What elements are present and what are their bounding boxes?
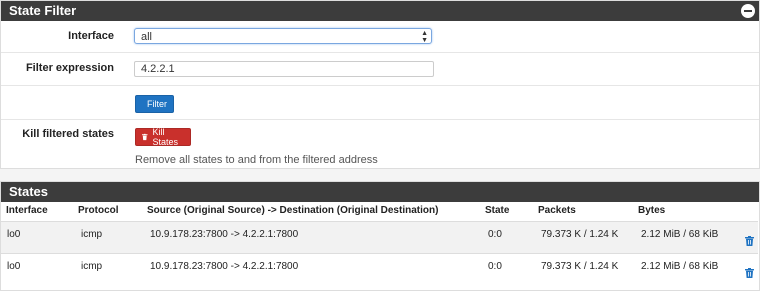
cell-protocol: icmp [81, 229, 103, 240]
states-heading: States [1, 182, 759, 202]
filter-expression-input[interactable]: 4.2.2.1 [134, 61, 434, 77]
cell-source-destination: 10.9.178.23:7800 -> 4.2.2.1:7800 [150, 261, 299, 272]
cell-bytes: 2.12 MiB / 68 KiB [641, 229, 719, 240]
delete-state-trash-icon[interactable] [745, 268, 754, 278]
state-filter-title: State Filter [9, 3, 77, 18]
filter-button[interactable]: Filter [135, 95, 174, 113]
cell-packets: 79.373 K / 1.24 K [541, 261, 619, 272]
cell-state: 0:0 [488, 261, 502, 272]
col-bytes: Bytes [638, 205, 666, 216]
table-row: lo0 icmp 10.9.178.23:7800 -> 4.2.2.1:780… [1, 253, 758, 286]
interface-row: Interface all ▲ ▼ [1, 21, 759, 53]
col-source-destination: Source (Original Source) -> Destination … [147, 205, 439, 216]
filter-button-label: Filter [147, 99, 167, 109]
trash-icon [142, 133, 148, 141]
col-packets: Packets [538, 205, 576, 216]
filter-expression-label: Filter expression [25, 62, 114, 74]
filter-expression-row: Filter expression 4.2.2.1 [1, 53, 759, 86]
state-filter-panel: State Filter Interface all ▲ ▼ Filter exp… [0, 0, 760, 169]
state-filter-heading: State Filter [1, 1, 759, 21]
select-arrows-icon: ▲ ▼ [421, 30, 428, 44]
kill-states-row: Kill filtered states Kill States Remove … [1, 120, 759, 170]
cell-state: 0:0 [488, 229, 502, 240]
interface-select[interactable]: all ▲ ▼ [134, 28, 432, 44]
interface-label: Interface [68, 30, 114, 42]
delete-state-trash-icon[interactable] [745, 236, 754, 246]
col-protocol: Protocol [78, 205, 119, 216]
filter-expression-value: 4.2.2.1 [141, 63, 175, 75]
cell-protocol: icmp [81, 261, 103, 272]
cell-bytes: 2.12 MiB / 68 KiB [641, 261, 719, 272]
cell-source-destination: 10.9.178.23:7800 -> 4.2.2.1:7800 [150, 229, 299, 240]
kill-states-button[interactable]: Kill States [135, 127, 191, 147]
filter-button-row: Filter [1, 86, 759, 120]
col-state: State [485, 205, 510, 216]
states-title: States [9, 184, 49, 199]
cell-interface: lo0 [7, 229, 21, 240]
cell-interface: lo0 [7, 261, 21, 272]
collapse-minus-icon[interactable] [741, 4, 755, 18]
cell-packets: 79.373 K / 1.24 K [541, 229, 619, 240]
kill-states-label: Kill filtered states [22, 128, 114, 140]
col-interface: Interface [6, 205, 48, 216]
kill-states-help: Remove all states to and from the filter… [135, 154, 378, 166]
table-row: lo0 icmp 10.9.178.23:7800 -> 4.2.2.1:780… [1, 221, 758, 254]
kill-states-button-label: Kill States [152, 127, 179, 147]
interface-select-value: all [141, 31, 153, 43]
